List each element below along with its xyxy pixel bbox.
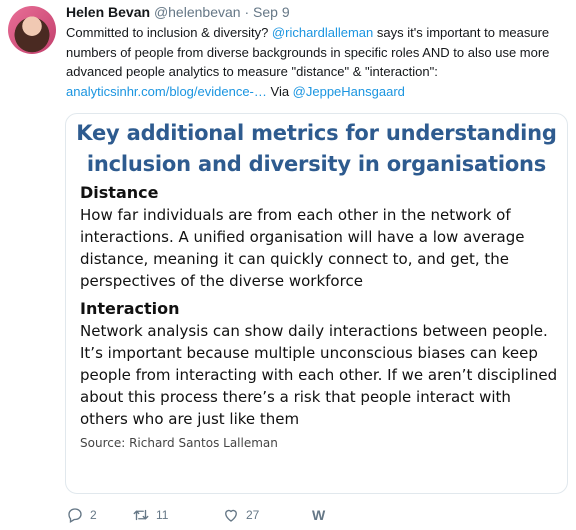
article-link[interactable]: analyticsinhr.com/blog/evidence-… — [66, 84, 267, 99]
card-title-line: Key additional metrics for understanding — [76, 121, 557, 145]
image-card[interactable]: Key additional metrics for understanding… — [65, 113, 568, 494]
extra-action-button[interactable]: W — [312, 507, 402, 523]
like-button[interactable]: 27 — [222, 506, 312, 524]
section-text-interaction: Network analysis can show daily interact… — [80, 322, 558, 428]
like-count: 27 — [246, 508, 260, 522]
tweet-text-part: Committed to inclusion & diversity? — [66, 25, 272, 40]
retweet-count: 11 — [156, 508, 169, 522]
section-heading-distance: Distance — [80, 183, 159, 202]
tweet-actions: 2 11 27 W — [66, 506, 402, 524]
via-label: Via — [266, 83, 293, 99]
section-text-distance: How far individuals are from each other … — [80, 206, 525, 290]
author-handle[interactable]: @helenbevan — [154, 4, 241, 20]
retweet-button[interactable]: 11 — [132, 506, 222, 524]
avatar[interactable] — [8, 6, 56, 54]
w-icon: W — [312, 507, 326, 523]
separator-dot: · — [244, 4, 250, 20]
tweet-header: Helen Bevan @helenbevan · Sep 9 — [66, 4, 290, 20]
card-title-line: inclusion and diversity in organisations — [86, 152, 547, 176]
section-heading-interaction: Interaction — [80, 299, 180, 318]
card-body: Distance How far individuals are from ea… — [80, 182, 562, 450]
via-mention-link[interactable]: @JeppeHansgaard — [293, 84, 405, 99]
mention-link[interactable]: @richardlalleman — [272, 25, 373, 40]
card-title: Key additional metrics for understanding… — [66, 118, 567, 180]
reply-icon — [68, 508, 82, 523]
retweet-icon — [133, 509, 149, 521]
reply-count: 2 — [90, 508, 97, 522]
tweet-date[interactable]: Sep 9 — [253, 4, 290, 20]
reply-button[interactable]: 2 — [66, 506, 132, 524]
tweet-text: Committed to inclusion & diversity? @ric… — [66, 23, 566, 101]
author-name[interactable]: Helen Bevan — [66, 4, 150, 20]
like-icon — [225, 509, 237, 522]
card-source: Source: Richard Santos Lalleman — [80, 436, 278, 450]
